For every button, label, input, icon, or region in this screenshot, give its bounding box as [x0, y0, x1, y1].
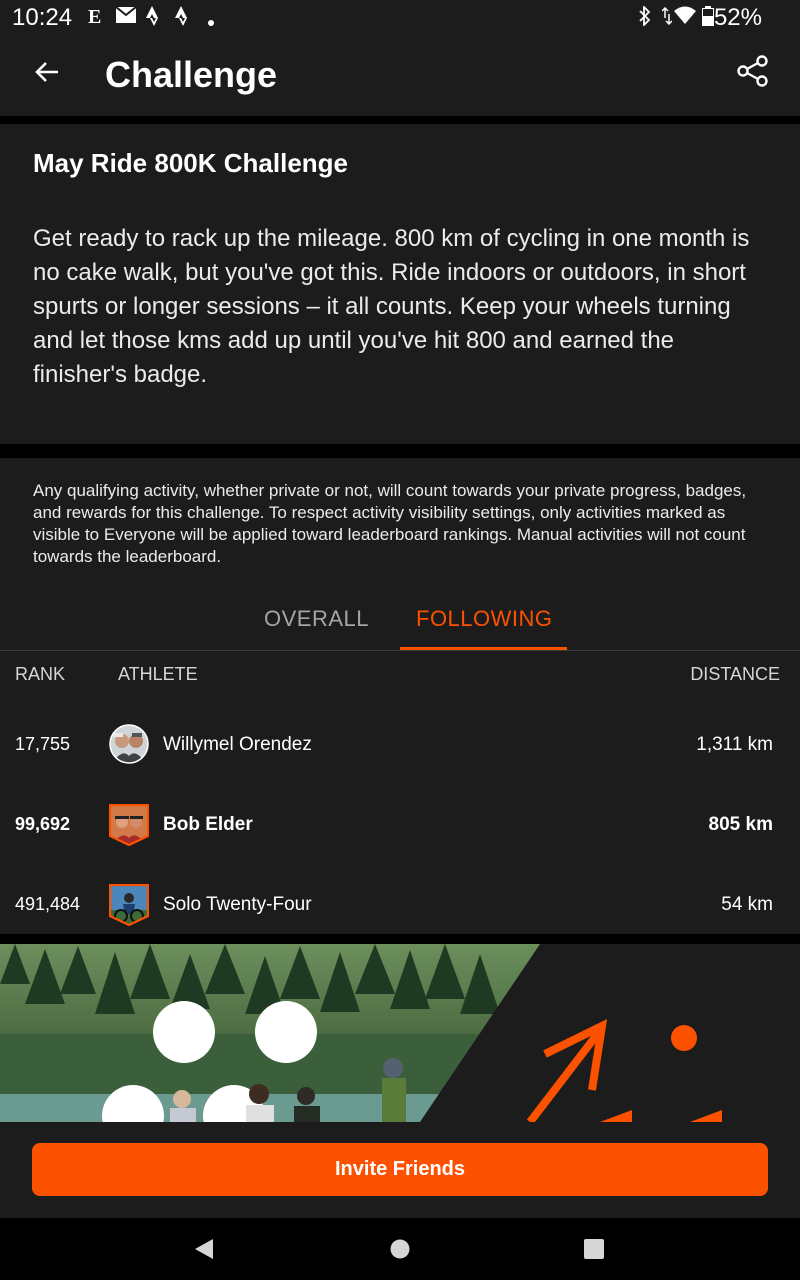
- row-rank: 99,692: [15, 814, 71, 834]
- status-time: 10:24: [12, 4, 73, 31]
- nav-home-icon[interactable]: [389, 1238, 411, 1260]
- nav-back-icon[interactable]: [193, 1238, 215, 1260]
- row-athlete: Bob Elder: [163, 814, 253, 835]
- challenge-banner-image: [0, 944, 800, 1122]
- leaderboard-row-current-user[interactable]: 99,692 Bob Elder 805 km: [0, 790, 800, 870]
- page-title: Challenge: [105, 54, 278, 95]
- active-tab-indicator: [400, 647, 567, 650]
- distance-header: DISTANCE: [690, 664, 780, 684]
- row-distance: 1,311 km: [696, 734, 773, 755]
- data-arrows-icon: [661, 6, 673, 31]
- row-distance: 805 km: [708, 814, 773, 835]
- row-rank: 17,755: [15, 734, 71, 754]
- challenge-card: May Ride 800K Challenge Get ready to rac…: [0, 124, 800, 444]
- leaderboard-tabs: OVERALL FOLLOWING: [0, 598, 800, 651]
- leaderboard-row[interactable]: 491,484 Solo Twenty-Four 54 km: [0, 870, 800, 950]
- nav-recents-icon[interactable]: [583, 1238, 605, 1260]
- battery-percent: 52%: [713, 4, 762, 31]
- arrow-left-icon: [35, 62, 58, 82]
- battery-icon: [702, 6, 714, 31]
- visibility-notice: Any qualifying activity, whether private…: [33, 481, 747, 566]
- strava-icon: [146, 6, 162, 32]
- system-nav-bar: [0, 1218, 800, 1280]
- row-rank: 491,484: [15, 894, 81, 914]
- athlete-header: ATHLETE: [118, 664, 198, 684]
- avatar[interactable]: [108, 883, 150, 927]
- wifi-icon: [674, 6, 696, 31]
- share-icon: [737, 55, 768, 87]
- tab-following[interactable]: FOLLOWING: [416, 606, 553, 632]
- back-button[interactable]: [34, 54, 74, 94]
- invite-friends-button[interactable]: Invite Friends: [32, 1143, 768, 1196]
- etsy-icon: E: [88, 6, 102, 28]
- avatar[interactable]: [108, 803, 150, 847]
- row-distance: 54 km: [721, 894, 773, 915]
- row-athlete: Solo Twenty-Four: [163, 894, 312, 915]
- mail-icon: [115, 6, 137, 29]
- rank-header: RANK: [15, 664, 66, 684]
- app-bar: Challenge: [0, 36, 800, 116]
- leaderboard-card: Any qualifying activity, whether private…: [0, 458, 800, 934]
- challenge-description: Get ready to rack up the mileage. 800 km…: [33, 225, 750, 388]
- challenge-name: May Ride 800K Challenge: [33, 148, 348, 178]
- strava-icon: [175, 6, 191, 32]
- share-button[interactable]: [736, 54, 776, 94]
- dot-icon: [207, 10, 215, 33]
- avatar[interactable]: [109, 724, 149, 764]
- bottom-action-bar: Invite Friends: [0, 1122, 800, 1218]
- tab-overall[interactable]: OVERALL: [264, 606, 369, 632]
- leaderboard-row[interactable]: 17,755 Willymel Orendez 1,311 km: [0, 710, 800, 790]
- row-athlete: Willymel Orendez: [163, 734, 312, 755]
- status-bar: 10:24 E 52%: [0, 0, 800, 36]
- bluetooth-icon: [638, 4, 652, 31]
